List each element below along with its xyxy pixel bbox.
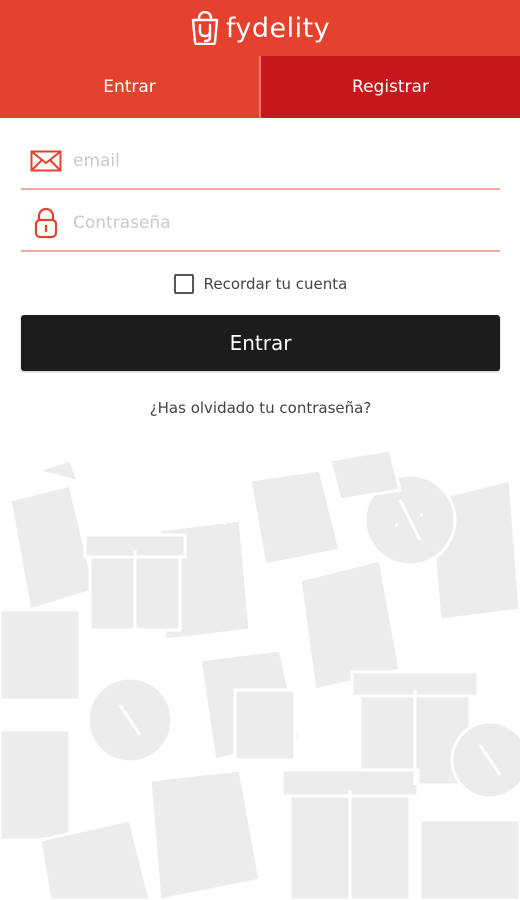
email-input[interactable]	[71, 140, 500, 182]
password-input[interactable]	[71, 202, 500, 244]
password-field	[21, 196, 500, 252]
remember-row: Recordar tu cuenta	[21, 274, 500, 294]
app-header: fydelity	[0, 0, 520, 56]
remember-label[interactable]: Recordar tu cuenta	[204, 275, 348, 293]
auth-tabs: Entrar Registrar	[0, 56, 520, 118]
remember-checkbox[interactable]	[173, 274, 194, 294]
envelope-icon	[29, 144, 63, 178]
brand-name: fydelity	[225, 12, 331, 44]
login-button[interactable]: Entrar	[21, 315, 500, 371]
lock-icon	[29, 206, 63, 240]
login-screen: fydelity Entrar Registrar email Recordar…	[0, 0, 520, 900]
forgot-password-link[interactable]: ¿Has olvidado tu contraseña?	[21, 399, 500, 417]
shopping-pattern-background	[0, 448, 520, 900]
login-form: Recordar tu cuenta Entrar ¿Has olvidado …	[21, 134, 500, 417]
brand: fydelity	[190, 11, 330, 45]
tab-login[interactable]: Entrar	[0, 56, 261, 118]
shopping-bag-logo-icon	[191, 11, 219, 45]
tab-register[interactable]: Registrar	[261, 56, 520, 118]
email-field	[21, 134, 500, 190]
